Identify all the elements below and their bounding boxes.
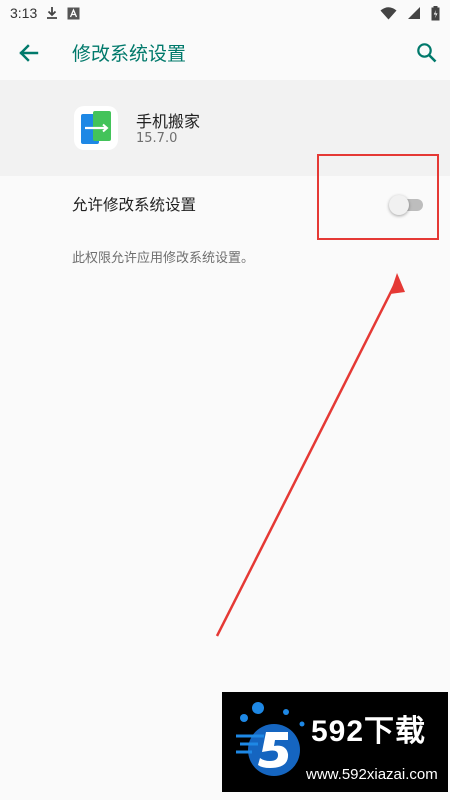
battery-icon (431, 5, 440, 20)
back-button[interactable] (16, 40, 42, 66)
setting-description: 此权限允许应用修改系统设置。 (72, 251, 255, 266)
back-arrow-icon (19, 44, 39, 62)
search-button[interactable] (414, 40, 440, 66)
watermark-url: www.592xiazai.com (306, 766, 438, 783)
app-logo-icon (72, 104, 120, 152)
download-icon (47, 7, 58, 19)
watermark-brand: 592下载 (311, 715, 427, 748)
wifi-icon (380, 7, 397, 20)
page-title: 修改系统设置 (72, 43, 187, 65)
app-bar: 修改系统设置 (0, 26, 450, 80)
watermark: 592下载 www.592xiazai.com (222, 692, 448, 792)
status-bar: 3:13 (0, 0, 450, 26)
search-icon (417, 43, 437, 63)
setting-label: 允许修改系统设置 (72, 196, 197, 214)
highlight-box (317, 154, 439, 240)
watermark-logo-icon (236, 702, 305, 776)
signal-icon (408, 7, 420, 19)
app-version: 15.7.0 (136, 131, 178, 146)
a-box-icon (67, 7, 80, 19)
app-name: 手机搬家 (136, 112, 201, 131)
status-time: 3:13 (10, 5, 38, 21)
